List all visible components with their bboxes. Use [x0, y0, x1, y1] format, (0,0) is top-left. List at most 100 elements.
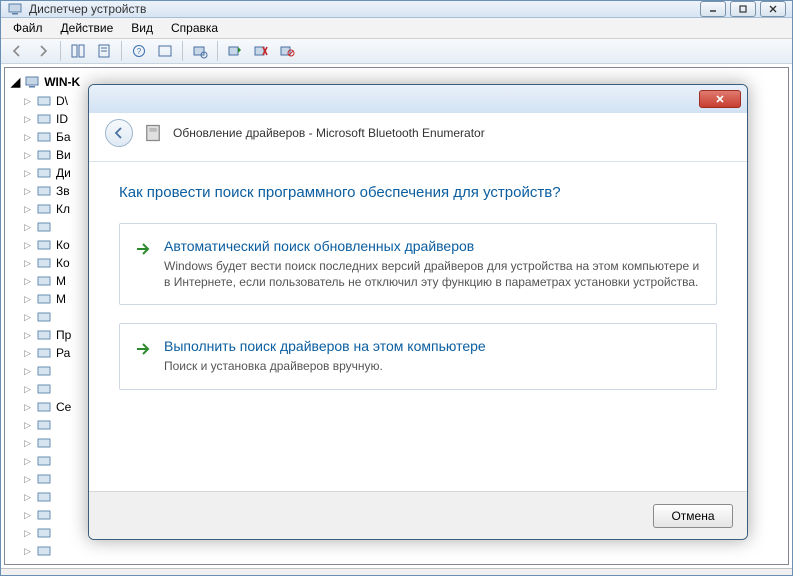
tree-node-label: Ба	[56, 130, 71, 144]
expand-icon[interactable]: ▷	[23, 241, 32, 250]
expand-icon[interactable]: ▷	[23, 331, 32, 340]
back-button[interactable]	[5, 39, 29, 63]
device-category-icon	[36, 381, 52, 397]
device-category-icon	[36, 129, 52, 145]
tree-node-label: Ди	[56, 166, 71, 180]
update-driver-dialog: Обновление драйверов - Microsoft Bluetoo…	[88, 84, 748, 540]
dialog-footer: Отмена	[89, 491, 747, 539]
expand-icon[interactable]: ▷	[23, 115, 32, 124]
tree-node-label: Ко	[56, 256, 70, 270]
arrow-right-icon	[134, 240, 152, 258]
device-category-icon	[36, 363, 52, 379]
tree-node[interactable]: ▷	[23, 542, 784, 560]
device-category-icon	[36, 543, 52, 559]
uninstall-device-button[interactable]	[249, 39, 273, 63]
option-browse-title: Выполнить поиск драйверов на этом компью…	[164, 338, 700, 354]
option-browse-computer[interactable]: Выполнить поиск драйверов на этом компью…	[119, 323, 717, 389]
device-category-icon	[36, 435, 52, 451]
svg-text:?: ?	[137, 47, 142, 56]
tree-node-label: ID	[56, 112, 68, 126]
maximize-button[interactable]	[730, 1, 756, 17]
expand-icon[interactable]: ▷	[23, 385, 32, 394]
expand-icon[interactable]: ▷	[23, 133, 32, 142]
device-category-icon	[36, 183, 52, 199]
device-category-icon	[36, 255, 52, 271]
expand-icon[interactable]: ▷	[23, 349, 32, 358]
expand-icon[interactable]: ▷	[23, 313, 32, 322]
show-hide-tree-button[interactable]	[66, 39, 90, 63]
tree-node-label: Зв	[56, 184, 70, 198]
expand-icon[interactable]: ▷	[23, 187, 32, 196]
device-category-icon	[36, 111, 52, 127]
toolbar-separator	[182, 41, 183, 61]
status-bar	[1, 568, 792, 575]
expand-icon[interactable]: ▷	[23, 511, 32, 520]
expand-icon[interactable]: ▷	[23, 493, 32, 502]
expand-icon[interactable]: ▷	[23, 295, 32, 304]
device-icon	[143, 123, 163, 143]
toolbar-separator	[60, 41, 61, 61]
app-icon	[7, 1, 23, 17]
dialog-titlebar	[89, 85, 747, 113]
tree-node-label: D\	[56, 94, 68, 108]
expand-icon[interactable]: ▷	[23, 259, 32, 268]
expand-icon[interactable]: ▷	[23, 403, 32, 412]
disable-device-button[interactable]	[275, 39, 299, 63]
device-category-icon	[36, 237, 52, 253]
expand-icon[interactable]: ▷	[23, 277, 32, 286]
device-category-icon	[36, 219, 52, 235]
device-category-icon	[36, 93, 52, 109]
device-category-icon	[36, 201, 52, 217]
device-category-icon	[36, 309, 52, 325]
option-browse-desc: Поиск и установка драйверов вручную.	[164, 358, 700, 374]
expand-icon[interactable]: ▷	[23, 223, 32, 232]
menu-file[interactable]: Файл	[5, 18, 51, 38]
expand-icon[interactable]: ▷	[23, 457, 32, 466]
tree-node-label: Ко	[56, 238, 70, 252]
expand-icon[interactable]: ▷	[23, 475, 32, 484]
toolbar-separator	[121, 41, 122, 61]
menu-action[interactable]: Действие	[53, 18, 122, 38]
expand-icon[interactable]: ▷	[23, 421, 32, 430]
tree-node-label: Ви	[56, 148, 71, 162]
dialog-header: Обновление драйверов - Microsoft Bluetoo…	[89, 113, 747, 162]
properties-button[interactable]	[92, 39, 116, 63]
expand-icon[interactable]: ▷	[23, 367, 32, 376]
expand-icon[interactable]: ▷	[23, 97, 32, 106]
dialog-back-button[interactable]	[105, 119, 133, 147]
forward-button[interactable]	[31, 39, 55, 63]
tree-root-label: WIN-K	[44, 75, 80, 89]
expand-icon[interactable]: ▷	[23, 547, 32, 556]
option-auto-search[interactable]: Автоматический поиск обновленных драйвер…	[119, 223, 717, 305]
tree-node-label: Ра	[56, 346, 70, 360]
device-category-icon	[36, 525, 52, 541]
collapse-icon[interactable]: ◢	[11, 75, 20, 89]
action-button[interactable]	[153, 39, 177, 63]
device-category-icon	[36, 453, 52, 469]
expand-icon[interactable]: ▷	[23, 205, 32, 214]
toolbar-separator	[217, 41, 218, 61]
tree-node-label: Кл	[56, 202, 70, 216]
close-button[interactable]	[760, 1, 786, 17]
cancel-button[interactable]: Отмена	[653, 504, 733, 528]
menu-view[interactable]: Вид	[123, 18, 161, 38]
expand-icon[interactable]: ▷	[23, 169, 32, 178]
menu-help[interactable]: Справка	[163, 18, 226, 38]
dialog-close-button[interactable]	[699, 90, 741, 108]
expand-icon[interactable]: ▷	[23, 439, 32, 448]
dialog-question: Как провести поиск программного обеспече…	[119, 184, 717, 201]
expand-icon[interactable]: ▷	[23, 529, 32, 538]
expand-icon[interactable]: ▷	[23, 151, 32, 160]
titlebar: Диспетчер устройств	[1, 1, 792, 18]
scan-hardware-button[interactable]	[188, 39, 212, 63]
option-auto-desc: Windows будет вести поиск последних верс…	[164, 258, 700, 290]
device-category-icon	[36, 147, 52, 163]
device-category-icon	[36, 345, 52, 361]
tree-node-label: М	[56, 292, 66, 306]
update-driver-button[interactable]	[223, 39, 247, 63]
minimize-button[interactable]	[700, 1, 726, 17]
help-button[interactable]: ?	[127, 39, 151, 63]
device-category-icon	[36, 273, 52, 289]
tree-node-label: М	[56, 274, 66, 288]
tree-node-label: Се	[56, 400, 71, 414]
